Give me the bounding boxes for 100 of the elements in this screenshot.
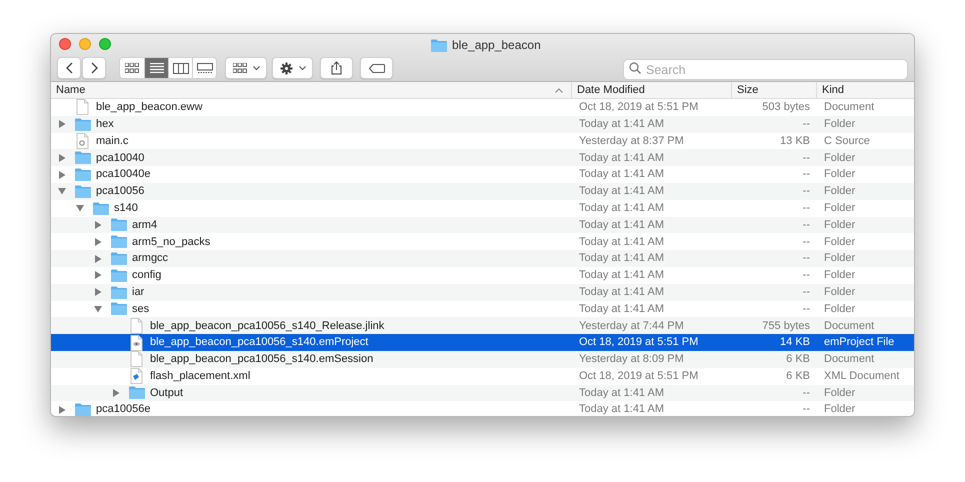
kind-cell-text: Folder [824, 284, 856, 300]
file-name: arm5_no_packs [132, 234, 210, 250]
gear-icon [280, 62, 292, 74]
action-button[interactable] [272, 57, 313, 79]
icon-grid-icon [125, 63, 139, 73]
kind-cell-text: Folder [824, 234, 856, 250]
size-cell-text: -- [802, 218, 810, 233]
folder-icon [110, 235, 126, 248]
disclosure-triangle-right-icon[interactable] [58, 154, 66, 162]
date-cell-text: Today at 1:41 AM [579, 200, 664, 216]
view-mode-button[interactable] [192, 58, 216, 78]
zoom-button[interactable] [99, 38, 111, 50]
file-name: ble_app_beacon_pca10056_s140.emSession [150, 352, 374, 368]
date-cell-text: Yesterday at 7:44 PM [579, 318, 684, 334]
file-name: iar [132, 284, 144, 300]
group-button[interactable] [225, 57, 267, 79]
close-button[interactable] [59, 38, 71, 50]
caret-icon [298, 66, 306, 70]
kind-cell-text: Folder [824, 268, 856, 284]
disclosure-triangle-right-icon[interactable] [94, 238, 102, 246]
disclosure-triangle-right-icon[interactable] [112, 388, 120, 397]
column-header[interactable]: Date Modified [571, 82, 731, 98]
column-header[interactable]: Size [731, 82, 816, 98]
kind-cell-text: Folder [824, 150, 856, 166]
size-cell-text: -- [802, 116, 810, 132]
date-cell-text: Today at 1:41 AM [579, 184, 664, 200]
disclosure-triangle-down-icon[interactable] [94, 304, 102, 313]
folder-icon [74, 168, 90, 182]
folder-icon [128, 386, 144, 400]
date-cell-text: Yesterday at 8:37 PM [579, 134, 684, 149]
view-mode-button[interactable] [120, 58, 144, 78]
file-name: ses [132, 302, 150, 317]
icon-grid-icon [232, 63, 246, 73]
project-file-icon [130, 334, 143, 351]
caret-icon [252, 66, 260, 70]
file-row[interactable]: s140 Today at 1:41 AM -- Folder [51, 200, 914, 217]
kind-cell-text: C Source [824, 134, 870, 149]
date-cell-text: Today at 1:41 AM [579, 116, 664, 132]
disclosure-triangle-right-icon[interactable] [58, 406, 66, 414]
disclosure-triangle-right-icon[interactable] [94, 288, 102, 296]
list-icon [150, 63, 164, 73]
file-row[interactable]: ble_app_beacon_pca10056_s140.emSession Yesterday at 8:09 PM 6 KB Document [51, 350, 914, 368]
back-button[interactable] [57, 57, 81, 79]
size-cell-text: 14 KB [780, 335, 810, 350]
kind-cell-text: XML Document [824, 368, 900, 384]
size-cell-text: -- [802, 200, 810, 216]
view-mode-button[interactable] [168, 58, 192, 78]
file-name: pca10040 [96, 150, 144, 166]
file-row[interactable]: ble_app_beacon.eww Oct 18, 2019 at 5:51 PM 503 bytes Document [51, 99, 914, 116]
file-name: pca10056 [96, 184, 144, 200]
disclosure-triangle-right-icon[interactable] [94, 220, 102, 229]
column-header[interactable]: Kind [816, 82, 914, 98]
date-cell-text: Today at 1:41 AM [579, 150, 664, 166]
forward-button[interactable] [82, 57, 106, 79]
file-row[interactable]: armgcc Today at 1:41 AM -- Folder [51, 250, 914, 267]
share-button[interactable] [320, 57, 353, 79]
date-cell-text: Oct 18, 2019 at 5:51 PM [579, 368, 698, 384]
folder-icon [74, 118, 90, 131]
disclosure-triangle-down-icon[interactable] [58, 187, 66, 196]
search-field[interactable]: Search [623, 59, 908, 80]
file-name: pca10056e [96, 402, 150, 416]
folder-icon [74, 151, 90, 164]
file-row[interactable]: iar Today at 1:41 AM -- Folder [51, 284, 914, 301]
view-mode-button[interactable] [144, 58, 168, 78]
file-row[interactable]: pca10056 Today at 1:41 AM -- Folder [51, 182, 914, 200]
document-icon [130, 318, 143, 334]
disclosure-triangle-right-icon[interactable] [94, 271, 102, 280]
disclosure-triangle-right-icon[interactable] [94, 254, 102, 263]
tag-button[interactable] [360, 57, 393, 79]
file-name: s140 [114, 200, 138, 216]
file-row[interactable]: arm5_no_packs Today at 1:41 AM -- Folder [51, 233, 914, 250]
size-cell-text: -- [802, 386, 810, 401]
file-row[interactable]: ble_app_beacon_pca10056_s140_Release.jlink Yesterday at 7:44 PM 755 bytes Document [51, 317, 914, 334]
disclosure-triangle-right-icon[interactable] [58, 120, 66, 128]
file-row[interactable]: pca10056e Today at 1:41 AM -- Folder [51, 401, 914, 416]
folder-icon [110, 302, 126, 316]
date-cell-text: Today at 1:41 AM [579, 268, 664, 284]
column-header[interactable]: Name [51, 82, 571, 98]
share-icon [331, 61, 342, 75]
file-row[interactable]: hex Today at 1:41 AM -- Folder [51, 116, 914, 133]
date-cell-text: Today at 1:41 AM [579, 234, 664, 250]
folder-icon [431, 38, 447, 52]
file-row[interactable]: config Today at 1:41 AM -- Folder [51, 266, 914, 284]
c-file-icon [76, 132, 89, 149]
file-row[interactable]: main.c Yesterday at 8:37 PM 13 KB C Source [51, 132, 914, 150]
size-cell-text: 6 KB [786, 352, 810, 368]
file-row[interactable]: arm4 Today at 1:41 AM -- Folder [51, 216, 914, 234]
file-name: flash_placement.xml [150, 368, 250, 384]
search-icon [629, 62, 641, 74]
file-name: Output [150, 386, 184, 401]
size-cell-text: -- [802, 302, 810, 317]
file-row[interactable]: pca10040 Today at 1:41 AM -- Folder [51, 149, 914, 166]
disclosure-triangle-down-icon[interactable] [76, 204, 84, 212]
file-row[interactable]: pca10040e Today at 1:41 AM -- Folder [51, 166, 914, 183]
file-name: hex [96, 116, 114, 132]
size-cell-text: 503 bytes [762, 100, 810, 116]
file-row[interactable]: ble_app_beacon_pca10056_s140.emProject Oct 18, 2019 at 5:51 PM 14 KB emProject File [51, 334, 914, 351]
disclosure-triangle-right-icon[interactable] [58, 170, 66, 179]
file-row[interactable]: Output Today at 1:41 AM -- Folder [51, 384, 914, 402]
date-cell-text: Today at 1:41 AM [579, 251, 664, 266]
